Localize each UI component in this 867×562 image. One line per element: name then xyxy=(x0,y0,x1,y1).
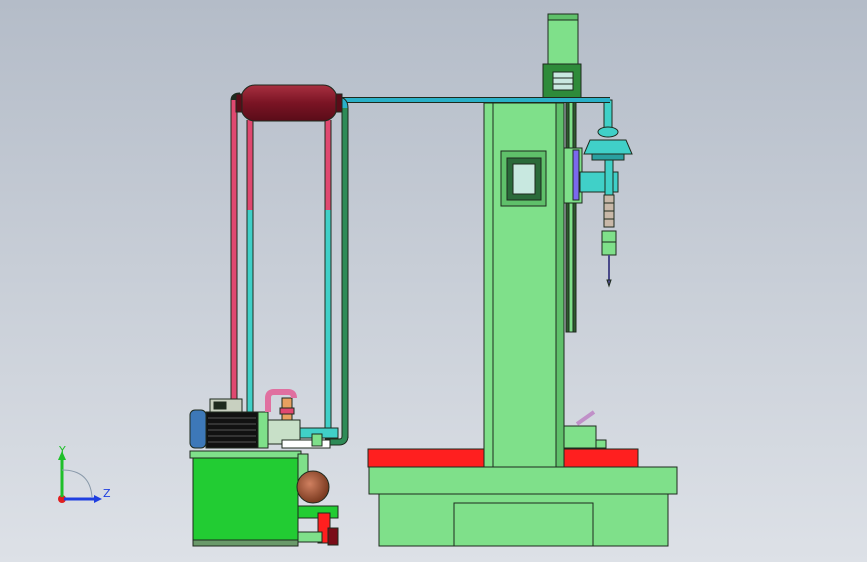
lever-block xyxy=(563,425,597,449)
spindle-upper-post xyxy=(603,99,613,129)
lever-foot xyxy=(595,439,607,449)
servo-motor-body xyxy=(547,13,579,65)
spindle-cap xyxy=(597,126,619,138)
motor-terminal-label xyxy=(213,401,227,410)
motor-flange xyxy=(257,411,269,449)
servo-motor-cap xyxy=(547,13,579,21)
manifold-pipe-lower xyxy=(281,439,331,449)
cad-viewport[interactable]: Y Z xyxy=(0,0,867,562)
accumulator-tank[interactable] xyxy=(235,84,343,122)
gear-pump xyxy=(296,470,330,504)
column-side-face xyxy=(555,102,565,468)
slide-rail-inner xyxy=(568,99,574,333)
servo-motor[interactable] xyxy=(542,13,582,101)
coupling-window xyxy=(552,71,574,91)
outlet-pipe-green xyxy=(297,531,323,543)
base-recess xyxy=(453,502,594,547)
chuck xyxy=(601,230,617,256)
oil-reservoir xyxy=(192,455,299,547)
tank-body xyxy=(240,84,338,122)
triad-z-label: Z xyxy=(103,487,111,500)
tank-left-cap xyxy=(235,93,243,113)
triad-y-label: Y xyxy=(58,444,66,457)
check-valve xyxy=(311,433,323,447)
cad-drawing[interactable]: Y Z xyxy=(0,0,867,562)
spindle-ring xyxy=(591,153,625,161)
reservoir-bottom-strip xyxy=(192,539,299,547)
carriage-plate-violet xyxy=(572,149,580,201)
spindle-housing xyxy=(583,139,633,155)
column-window-glass xyxy=(512,163,536,195)
tank-right-cap xyxy=(335,93,343,113)
spindle-shaft xyxy=(604,159,614,196)
valve-stem-cap xyxy=(279,407,295,415)
outlet-valve-dark xyxy=(327,527,339,546)
machine-column[interactable] xyxy=(483,102,565,468)
motor-fan-cover xyxy=(189,409,207,449)
base-top-plate xyxy=(368,466,678,495)
reservoir-lid xyxy=(189,450,302,459)
